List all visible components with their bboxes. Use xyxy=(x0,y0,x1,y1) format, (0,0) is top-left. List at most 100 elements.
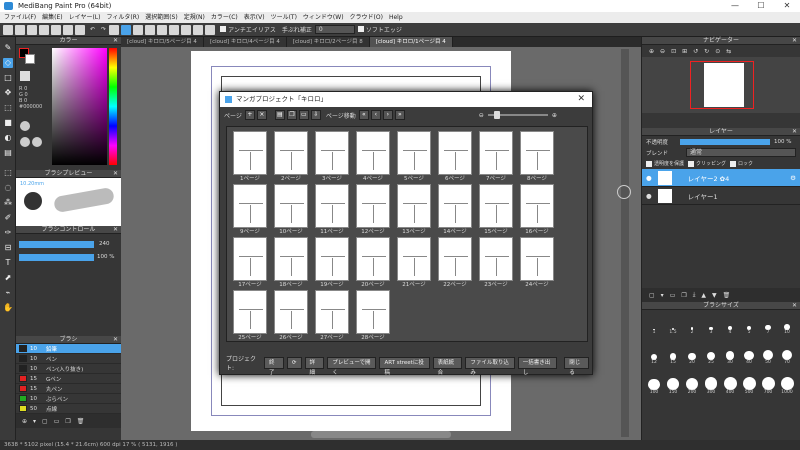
brush-list-item[interactable]: 50 点線 xyxy=(16,404,121,414)
page-thumbnail[interactable]: 3ページ xyxy=(315,131,349,183)
layer-opacity-slider[interactable] xyxy=(680,138,771,145)
close-icon[interactable]: ✕ xyxy=(577,92,585,107)
snap-circle-icon[interactable] xyxy=(169,24,180,35)
magic-wand-icon[interactable]: ⁂ xyxy=(3,198,13,208)
menu-tool[interactable]: ツール(T) xyxy=(271,12,297,23)
snap-curve-icon[interactable] xyxy=(181,24,192,35)
maximize-button[interactable]: ☐ xyxy=(748,0,774,12)
redo-icon[interactable]: ↷ xyxy=(101,26,106,33)
page-import-icon[interactable]: ⇩ xyxy=(310,110,321,120)
page-thumbnail[interactable]: 13ページ xyxy=(397,184,431,236)
page-thumbnail[interactable]: 2ページ xyxy=(274,131,308,183)
brush-size-option[interactable]: 30 xyxy=(722,346,738,365)
zoom-in-icon[interactable]: ⊕ xyxy=(552,112,557,119)
page-thumbnail[interactable]: 14ページ xyxy=(438,184,472,236)
menu-color[interactable]: カラー(C) xyxy=(211,12,238,23)
eyedropper-tool-icon[interactable]: ⌁ xyxy=(3,288,13,298)
menu-filter[interactable]: フィルタ(R) xyxy=(106,12,139,23)
menu-window[interactable]: ウィンドウ(W) xyxy=(303,12,344,23)
layer-row[interactable]: ● レイヤー1 xyxy=(642,187,800,205)
brush-size-option[interactable]: 3 xyxy=(703,316,719,335)
import-file-button[interactable]: ファイル取り込み xyxy=(465,357,515,376)
color-palette-icon[interactable] xyxy=(32,137,42,147)
tab-page-4[interactable]: [cloud] キロロ/4ページ目 4 xyxy=(203,37,287,47)
snap-radial-icon[interactable] xyxy=(157,24,168,35)
export-icon[interactable] xyxy=(63,24,73,35)
last-page-icon[interactable]: » xyxy=(394,110,405,120)
divide-tool-icon[interactable]: ⊟ xyxy=(3,243,13,253)
close-dialog-button[interactable]: 閉じる xyxy=(564,357,590,376)
new-file-icon[interactable] xyxy=(15,24,25,35)
lock-checkbox[interactable] xyxy=(730,160,737,167)
fill-tool-icon[interactable]: ■ xyxy=(3,118,13,128)
new-layer-menu-icon[interactable]: ▾ xyxy=(661,292,664,299)
minimize-button[interactable]: — xyxy=(722,0,748,12)
dot-tool-icon[interactable]: □ xyxy=(3,73,13,83)
delete-layer-icon[interactable]: 🗑 xyxy=(723,292,731,299)
brush-size-option[interactable]: 150 xyxy=(665,376,681,395)
brush-size-option[interactable]: 400 xyxy=(722,376,738,395)
page-thumbnail[interactable]: 27ページ xyxy=(315,290,349,342)
page-thumbnail[interactable]: 21ページ xyxy=(397,237,431,289)
open-icon[interactable] xyxy=(27,24,37,35)
brush-size-option[interactable]: 200 xyxy=(684,376,700,395)
flip-icon[interactable]: ⇆ xyxy=(726,48,731,55)
close-icon[interactable]: ✕ xyxy=(113,336,118,344)
grid-icon[interactable] xyxy=(75,24,85,35)
zoom-out-icon[interactable]: ⊖ xyxy=(660,48,665,55)
duplicate-layer-icon[interactable]: ❐ xyxy=(681,292,686,299)
page-settings-icon[interactable]: ▤ xyxy=(274,110,285,120)
brush-size-option[interactable]: 15 xyxy=(665,346,681,365)
saturation-picker[interactable] xyxy=(52,48,107,165)
menu-layer[interactable]: レイヤー(L) xyxy=(69,12,101,23)
protect-alpha-checkbox[interactable] xyxy=(646,160,652,167)
page-thumbnail[interactable]: 6ページ xyxy=(438,131,472,183)
menu-ruler[interactable]: 定規(N) xyxy=(184,12,205,23)
save-icon[interactable] xyxy=(51,24,61,35)
page-thumbnail[interactable]: 28ページ xyxy=(356,290,390,342)
brush-size-slider[interactable] xyxy=(19,241,94,248)
eye-icon[interactable]: ● xyxy=(646,192,652,200)
brush-list-item[interactable]: 15 Gペン xyxy=(16,374,121,384)
menu-view[interactable]: 表示(V) xyxy=(244,12,265,23)
menu-file[interactable]: ファイル(F) xyxy=(4,12,36,23)
select-eraser-icon[interactable]: ✑ xyxy=(3,228,13,238)
page-thumbnail[interactable]: 11ページ xyxy=(315,184,349,236)
page-thumbnail[interactable]: 12ページ xyxy=(356,184,390,236)
horizontal-scrollbar[interactable] xyxy=(311,431,451,438)
snap-off-icon[interactable] xyxy=(121,24,132,35)
brush-size-option[interactable]: 12 xyxy=(646,346,662,365)
delete-brush-icon[interactable]: 🗑 xyxy=(77,418,85,425)
brush-size-option[interactable]: 1 xyxy=(646,316,662,335)
select-tool-icon[interactable]: ⬚ xyxy=(3,168,13,178)
bucket-tool-icon[interactable]: ◐ xyxy=(3,133,13,143)
new-folder-icon[interactable]: ▭ xyxy=(670,292,676,299)
brush-size-option[interactable]: 300 xyxy=(703,376,719,395)
page-thumbnail[interactable]: 8ページ xyxy=(520,131,554,183)
cloud-icon[interactable] xyxy=(39,24,49,35)
brush-size-option[interactable]: 500 xyxy=(741,376,757,395)
move-tool-icon[interactable]: ✥ xyxy=(3,88,13,98)
tab-page-1[interactable]: [cloud] キロロ/1ページ目 4 xyxy=(369,37,453,47)
lasso-icon[interactable] xyxy=(109,24,120,35)
page-thumbnail[interactable]: 26ページ xyxy=(274,290,308,342)
brush-size-option[interactable]: 2 xyxy=(684,316,700,335)
transform-tool-icon[interactable]: ⬚ xyxy=(3,103,13,113)
brush-size-option[interactable]: 40 xyxy=(741,346,757,365)
page-thumbnail[interactable]: 25ページ xyxy=(233,290,267,342)
brush-size-option[interactable]: 4 xyxy=(722,316,738,335)
brush-size-option[interactable]: 100 xyxy=(646,376,662,395)
hue-slider[interactable] xyxy=(109,48,117,165)
brush-list-item[interactable]: 10 ペン(入り抜き) xyxy=(16,364,121,374)
menu-cloud[interactable]: クラウド(O) xyxy=(350,12,383,23)
brush-list-item[interactable]: 10 鉛筆 xyxy=(16,344,121,354)
first-page-icon[interactable]: « xyxy=(358,110,369,120)
menu-edit[interactable]: 編集(E) xyxy=(42,12,62,23)
clipping-checkbox[interactable] xyxy=(688,160,695,167)
page-thumbnail[interactable]: 23ページ xyxy=(479,237,513,289)
page-thumbnail[interactable]: 15ページ xyxy=(479,184,513,236)
page-thumbnail[interactable]: 16ページ xyxy=(520,184,554,236)
layer-row[interactable]: ● レイヤー2 ✿4 ⚙ xyxy=(642,169,800,187)
zoom-out-icon[interactable]: ⊖ xyxy=(479,112,484,119)
post-art-street-button[interactable]: ART streetに投稿 xyxy=(379,357,430,376)
